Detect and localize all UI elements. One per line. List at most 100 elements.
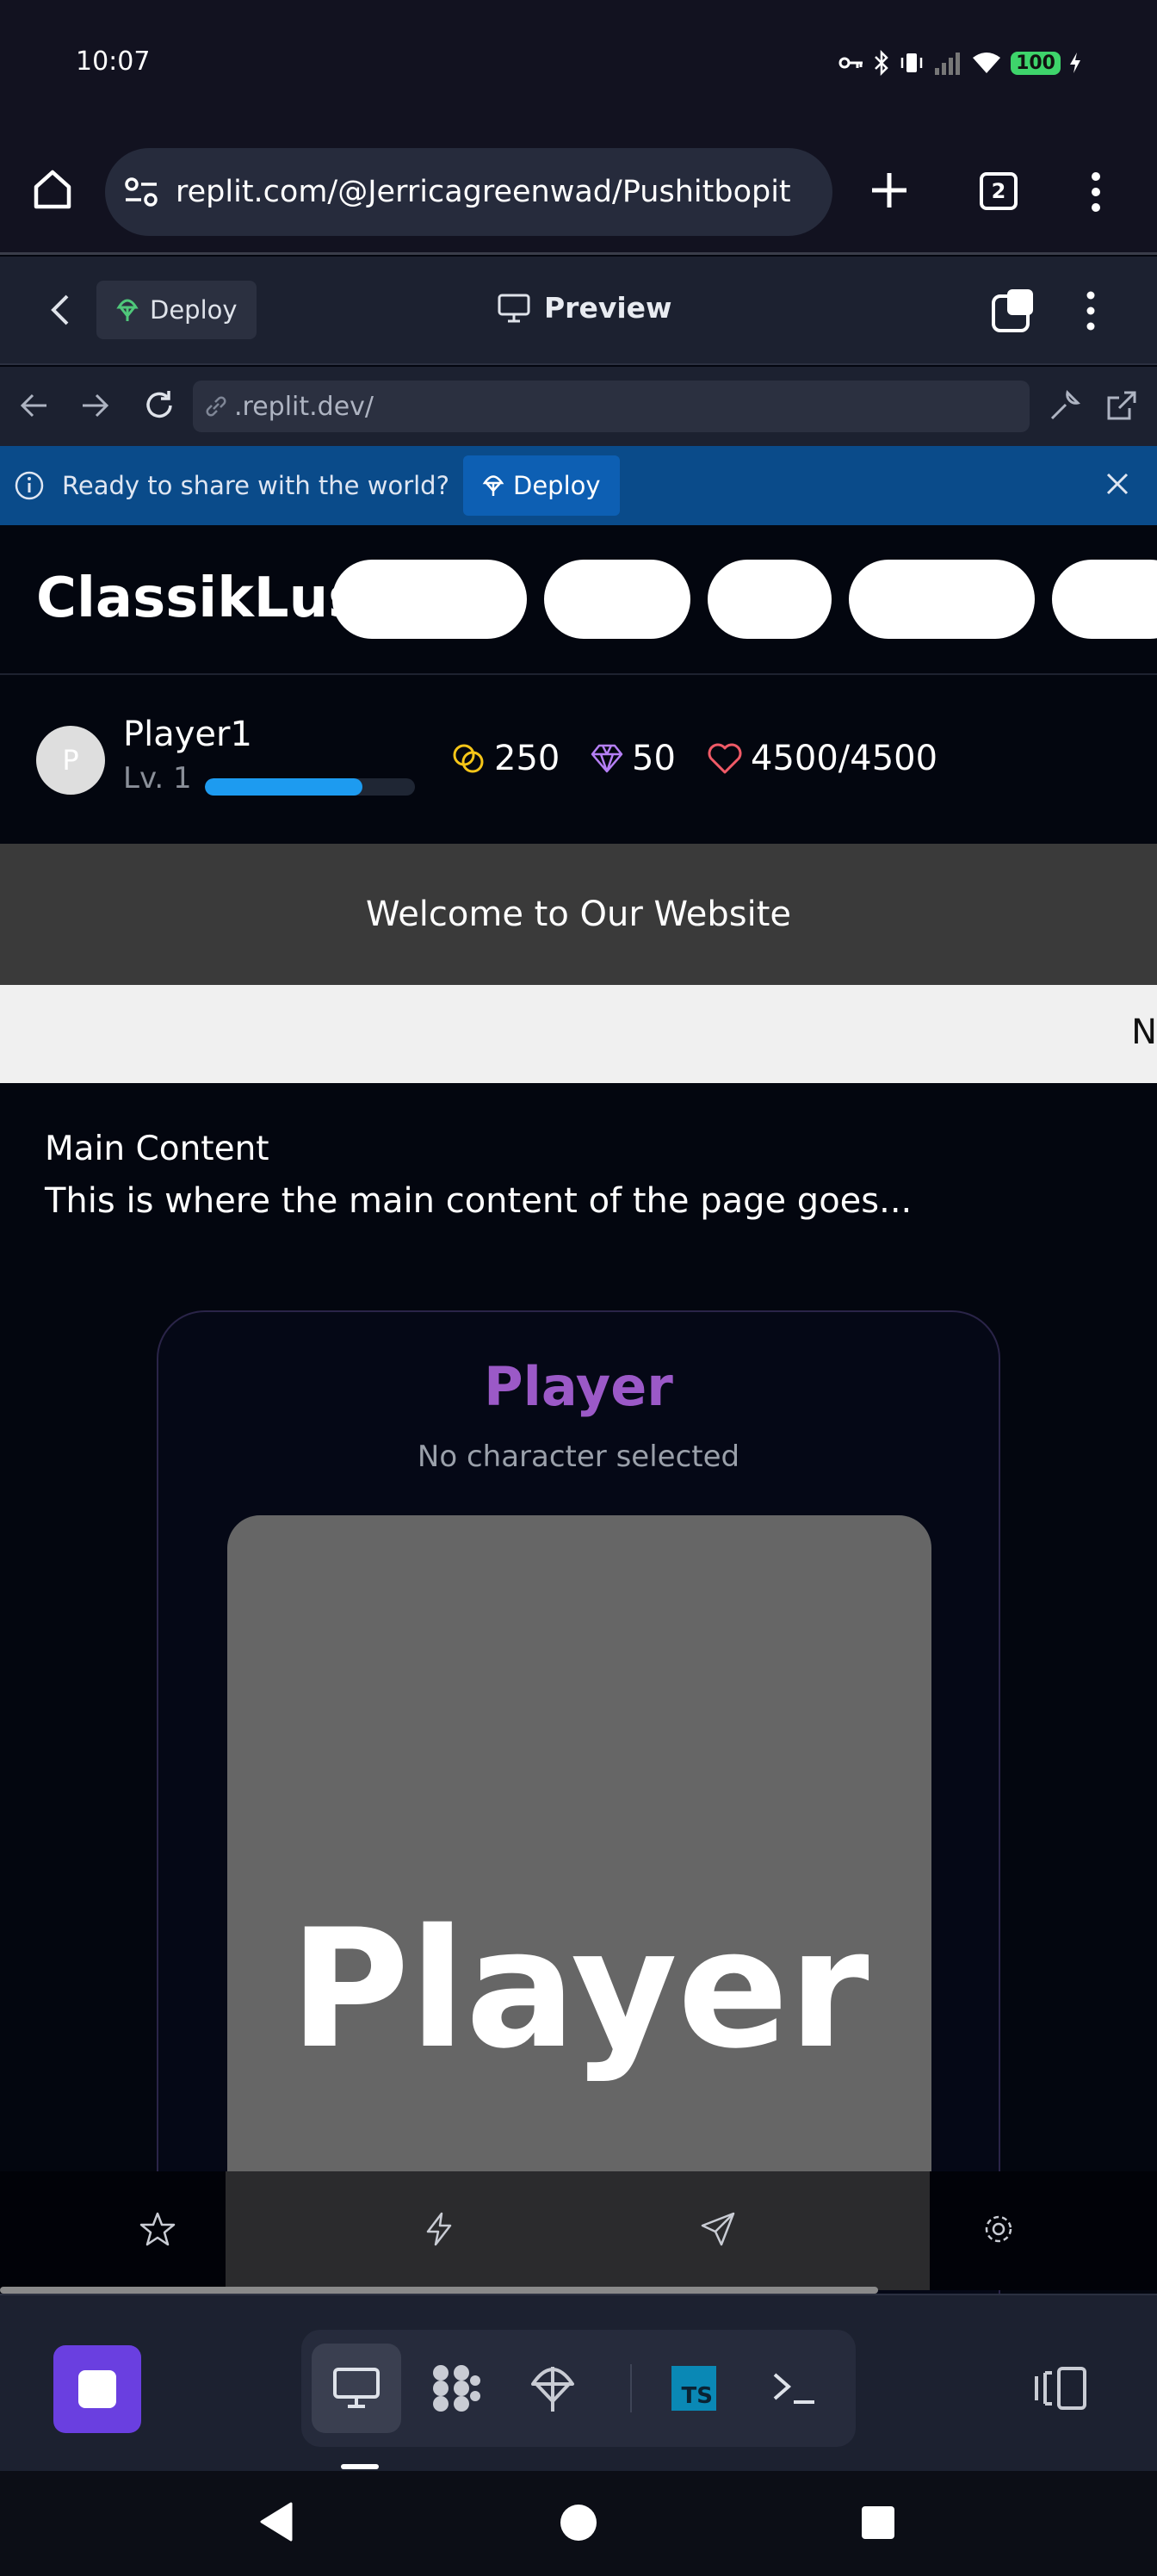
send-icon[interactable]: [700, 2211, 736, 2247]
gems-value: 50: [632, 739, 676, 778]
coins-icon: [451, 741, 486, 776]
site-bottom-bar: [0, 2171, 1157, 2290]
avatar[interactable]: P: [36, 726, 105, 795]
tab-switcher-button[interactable]: 2: [980, 172, 1018, 210]
preview-tool-button[interactable]: [312, 2344, 401, 2433]
address-bar[interactable]: replit.com/@Jerricagreenwad/Pushitbopit: [105, 148, 832, 236]
close-banner-icon[interactable]: [1105, 472, 1129, 496]
character-image-text: Player: [289, 1894, 869, 2084]
deploy-banner: Ready to share with the world? Deploy: [0, 446, 1157, 525]
typescript-file-button[interactable]: TS: [649, 2344, 739, 2433]
site-navbar: ClassikLust: [0, 525, 1157, 675]
stop-button[interactable]: [53, 2345, 141, 2433]
webview-url: .replit.dev/: [234, 391, 374, 422]
stop-icon: [78, 2370, 116, 2408]
devtools-wrench-icon[interactable]: [1049, 389, 1081, 422]
agent-tool-button[interactable]: [410, 2344, 499, 2433]
nav-pill-1[interactable]: [332, 560, 527, 639]
star-icon[interactable]: [139, 2211, 176, 2247]
webview-address-field[interactable]: .replit.dev/: [193, 381, 1030, 432]
system-navigation-bar: [0, 2471, 1157, 2576]
nav-pill-5[interactable]: [1052, 560, 1157, 639]
typescript-icon: TS: [671, 2366, 716, 2411]
system-recents-icon[interactable]: [861, 2505, 895, 2540]
banner-text: Ready to share with the world?: [62, 471, 449, 500]
nav-pill-3[interactable]: [708, 560, 832, 639]
replit-header: Deploy Preview: [0, 257, 1157, 365]
system-home-icon[interactable]: [560, 2504, 597, 2542]
ticker-text: N: [1131, 1012, 1157, 1052]
open-external-icon[interactable]: [1105, 389, 1138, 422]
main-content-title: Main Content: [45, 1130, 269, 1168]
deploy-button[interactable]: Deploy: [96, 281, 257, 339]
health-stat: 4500/4500: [708, 739, 937, 778]
xp-progress-fill: [205, 778, 362, 796]
battery-level: 100: [1011, 51, 1061, 75]
monitor-icon: [498, 294, 530, 323]
player-stats-bar: P Player1 Lv. 1 250 50 4500/4500: [0, 677, 1157, 844]
new-tab-icon[interactable]: [869, 170, 909, 210]
banner-deploy-button[interactable]: Deploy: [462, 455, 620, 516]
monitor-icon: [332, 2367, 381, 2410]
replit-menu-icon[interactable]: [1086, 291, 1095, 331]
nav-pill-4[interactable]: [849, 560, 1035, 639]
status-icons: 100: [838, 50, 1081, 76]
url-text: replit.com/@Jerricagreenwad/Pushitbopit: [176, 175, 791, 209]
key-icon: [838, 54, 864, 71]
horizontal-scrollbar[interactable]: [0, 2287, 878, 2294]
charging-icon: [1069, 53, 1081, 73]
preview-tab[interactable]: Preview: [498, 291, 672, 325]
preview-label: Preview: [544, 291, 672, 325]
terminal-icon: [771, 2371, 816, 2406]
layout-toggle-icon[interactable]: [1033, 2366, 1088, 2411]
link-icon: [205, 395, 227, 418]
deploy-icon: [482, 474, 504, 498]
deploy-label: Deploy: [150, 295, 238, 325]
player-name: Player1: [123, 715, 252, 754]
active-tool-indicator: [341, 2464, 379, 2469]
shell-tool-button[interactable]: [749, 2344, 838, 2433]
more-menu-icon[interactable]: [1092, 172, 1100, 212]
bottom-bar-overlay: [226, 2171, 930, 2290]
deploy-icon: [115, 297, 139, 323]
coins-stat: 250: [451, 739, 560, 778]
xp-progress-bar: [205, 778, 415, 796]
tabs-icon[interactable]: [990, 288, 1036, 334]
site-settings-icon[interactable]: [124, 176, 158, 207]
status-bar: 10:07 100: [0, 0, 1157, 129]
status-time: 10:07: [76, 46, 151, 77]
health-value: 4500/4500: [751, 739, 938, 778]
vibrate-icon: [899, 50, 925, 76]
back-chevron-icon[interactable]: [50, 293, 71, 327]
agent-icon: [427, 2361, 482, 2416]
reload-icon[interactable]: [143, 389, 176, 422]
signal-icon: [933, 51, 962, 75]
player-level: Lv. 1: [123, 761, 192, 796]
deploy-icon: [529, 2363, 576, 2413]
info-icon: [14, 470, 45, 501]
nav-pill-2[interactable]: [544, 560, 690, 639]
webview-back-icon[interactable]: [19, 393, 48, 418]
player-card-subtitle: No character selected: [417, 1440, 740, 1474]
home-icon[interactable]: [31, 168, 74, 211]
heart-icon: [708, 743, 742, 774]
lightning-icon[interactable]: [421, 2211, 457, 2247]
workspace-tools: TS: [301, 2330, 856, 2447]
system-back-icon[interactable]: [258, 2502, 293, 2542]
webview-forward-icon[interactable]: [81, 393, 110, 418]
ticker-bar: N: [0, 985, 1157, 1083]
wifi-icon: [971, 51, 1002, 75]
gem-icon: [591, 744, 623, 773]
webview-nav: .replit.dev/: [0, 367, 1157, 446]
welcome-banner: Welcome to Our Website: [0, 844, 1157, 985]
banner-deploy-label: Deploy: [512, 471, 601, 500]
tool-divider: [630, 2364, 632, 2412]
browser-toolbar: replit.com/@Jerricagreenwad/Pushitbopit …: [0, 129, 1157, 255]
deploy-tool-button[interactable]: [508, 2344, 597, 2433]
bluetooth-icon: [873, 50, 890, 76]
player-card-title: Player: [484, 1355, 673, 1418]
main-content-description: This is where the main content of the pa…: [45, 1181, 913, 1221]
settings-gear-icon[interactable]: [981, 2211, 1017, 2247]
replit-workspace-bar: TS: [0, 2294, 1157, 2471]
gems-stat: 50: [591, 739, 676, 778]
